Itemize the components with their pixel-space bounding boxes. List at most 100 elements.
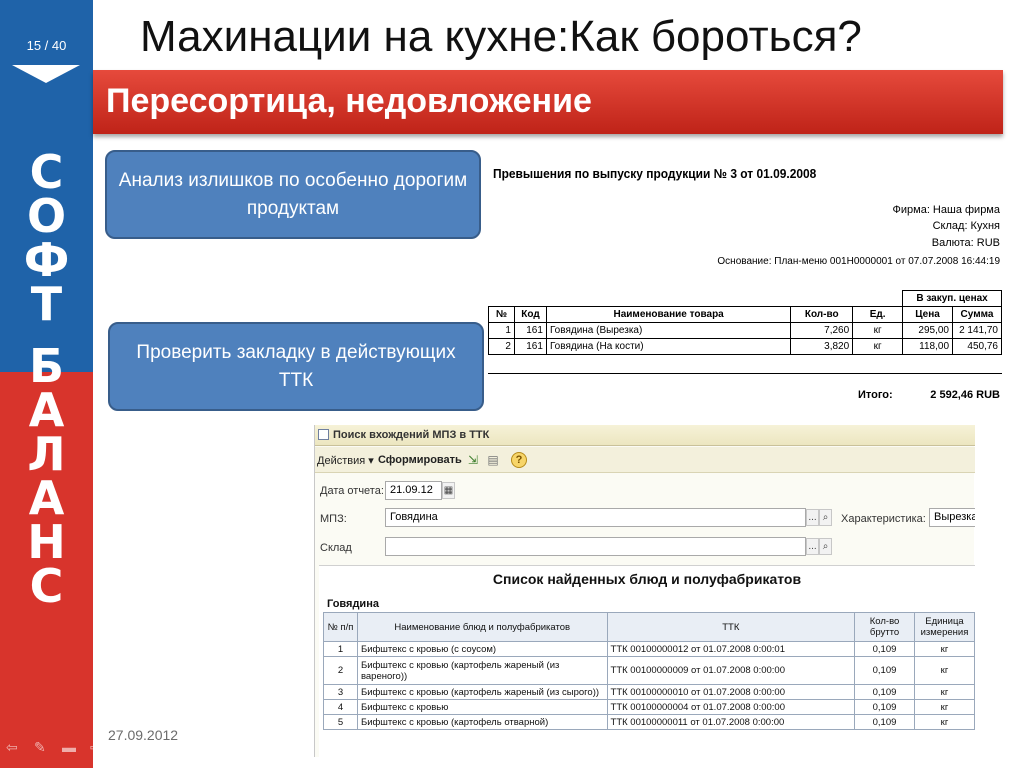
back-arrow-icon[interactable]: ⇦	[6, 740, 24, 754]
warehouse-input[interactable]	[385, 537, 806, 556]
table-cell: 0,109	[854, 714, 915, 730]
table-cell: 3	[323, 684, 358, 700]
slide-nav-icons: ⇦ ✎ ▬ ⇨	[6, 740, 108, 754]
characteristic-input[interactable]: Вырезка	[929, 508, 975, 527]
table-cell: 0,109	[854, 641, 915, 657]
total-value: 2 592,46 RUB	[930, 389, 1000, 401]
mpz-input[interactable]: Говядина	[385, 508, 806, 527]
search-icon[interactable]: ⌕	[819, 538, 832, 555]
window-title-bar: Поиск вхождений МПЗ в ТТК	[315, 425, 975, 446]
report-warehouse: Склад: Кухня	[932, 220, 1000, 232]
table-cell: кг	[852, 322, 904, 339]
brand-letter: С	[29, 145, 64, 199]
table-cell: 2 141,70	[952, 322, 1002, 339]
select-ellipsis-button[interactable]: ...	[806, 509, 819, 526]
toolbar: Действия ▾ Сформировать ⇲ ▤ ?	[315, 447, 975, 473]
slide: 15 / 40 СОФТБАЛАНС ⇦ ✎ ▬ ⇨ Махинации на …	[0, 0, 1024, 768]
column-header: Цена	[902, 306, 953, 323]
column-header[interactable]: Единица измерения	[913, 612, 976, 642]
brand-letter: С	[29, 559, 64, 613]
brand-letter: Б	[28, 339, 65, 393]
column-header: Наименование товара	[545, 306, 792, 323]
column-header[interactable]: Наименование блюд и полуфабрикатов	[356, 612, 608, 642]
table-cell: 0,109	[854, 684, 915, 700]
brand-letter: Н	[27, 515, 66, 569]
table-cell: ТТК 00100000009 от 01.07.2008 0:00:00	[606, 656, 856, 685]
column-header: Код	[513, 306, 547, 323]
ttk-results-table: № п/п Наименование блюд и полуфабрикатов Т…	[323, 612, 976, 730]
page-title: Махинации на кухне:Как бороться?	[140, 12, 862, 61]
table-row: 1 161 Говядина (Вырезка) 7,260 кг 295,00 2 141…	[488, 322, 1002, 339]
brand-logo-vertical: СОФТБАЛАНС	[0, 145, 93, 613]
table-cell: 3,820	[790, 338, 854, 355]
column-header[interactable]: ТТК	[606, 612, 856, 642]
generate-button[interactable]: Сформировать	[378, 454, 462, 466]
report-basis: Основание: План-меню 001Н0000001 от 07.0…	[717, 256, 1000, 267]
table-cell: 7,260	[790, 322, 854, 339]
window-title: Поиск вхождений МПЗ в ТТК	[333, 429, 490, 441]
table-cell: ТТК 00100000010 от 01.07.2008 0:00:00	[606, 684, 856, 700]
table-cell: кг	[852, 338, 904, 355]
table-cell: 0,109	[854, 656, 915, 685]
brand-letter: Ф	[23, 233, 70, 287]
chevron-down-icon	[12, 65, 80, 83]
slide-date: 27.09.2012	[108, 727, 179, 743]
brand-letter: О	[26, 189, 67, 243]
excess-table: В закуп. ценах № Код Наименование товара Ко…	[488, 290, 1002, 355]
menu-icon[interactable]: ▬	[62, 740, 80, 754]
table-cell: кг	[913, 656, 976, 685]
table-cell: ТТК 00100000012 от 01.07.2008 0:00:01	[606, 641, 856, 657]
brand-letter: Л	[27, 427, 66, 481]
callout-check-ttk: Проверить закладку в действующих ТТК	[108, 322, 484, 411]
mpz-label: МПЗ:	[320, 513, 347, 525]
price-group-header: В закуп. ценах	[902, 290, 1002, 307]
report-firm: Фирма: Наша фирма	[892, 204, 1000, 216]
forward-arrow-icon[interactable]: ⇨	[90, 740, 108, 754]
table-cell: 5	[323, 714, 358, 730]
table-cell: кг	[913, 684, 976, 700]
table-cell: Говядина (Вырезка)	[545, 322, 792, 339]
document-icon	[318, 429, 329, 440]
excess-report: Превышения по выпуску продукции № 3 от 0…	[488, 160, 1004, 410]
actions-menu[interactable]: Действия ▾	[317, 454, 374, 467]
date-input[interactable]: 21.09.12	[385, 481, 442, 500]
table-cell: 1	[323, 641, 358, 657]
table-row: 2 161 Говядина (На кости) 3,820 кг 118,00 450,…	[488, 338, 1002, 355]
table-cell: 0,109	[854, 699, 915, 715]
divider	[488, 373, 1002, 374]
table-header-row: № Код Наименование товара Кол-во Ед. Цена Сумм…	[488, 306, 1002, 323]
search-icon[interactable]: ⌕	[819, 509, 832, 526]
table-cell: 2	[323, 656, 358, 685]
column-header[interactable]: № п/п	[323, 612, 358, 642]
help-icon[interactable]: ?	[511, 452, 527, 468]
table-cell: кг	[913, 714, 976, 730]
table-cell: Бифштекс с кровью (картофель отварной)	[356, 714, 608, 730]
report-currency: Валюта: RUB	[931, 237, 1000, 249]
select-ellipsis-button[interactable]: ...	[806, 538, 819, 555]
column-header[interactable]: Кол-во брутто	[854, 612, 915, 642]
table-cell: Говядина (На кости)	[545, 338, 792, 355]
table-cell: 161	[513, 322, 547, 339]
table-row[interactable]: 2 Бифштекс с кровью (картофель жареный (и…	[323, 656, 976, 685]
brand-letter: Т	[30, 277, 63, 331]
table-row[interactable]: 5 Бифштекс с кровью (картофель отварной) Т…	[323, 714, 976, 730]
subtitle-banner: Пересортица, недовложение	[93, 70, 1003, 134]
table-row[interactable]: 1 Бифштекс с кровью (с соусом) ТТК 0010000…	[323, 641, 976, 657]
table-cell: кг	[913, 699, 976, 715]
table-header-row: № п/п Наименование блюд и полуфабрикатов Т…	[323, 612, 976, 642]
characteristic-label: Характеристика:	[841, 513, 926, 525]
subtitle: Пересортица, недовложение	[106, 82, 592, 120]
table-cell: кг	[913, 641, 976, 657]
slide-counter: 15 / 40	[26, 38, 67, 53]
table-cell: ТТК 00100000004 от 01.07.2008 0:00:00	[606, 699, 856, 715]
print-icon[interactable]: ▤	[485, 452, 501, 468]
callout-text: Проверить закладку в действующих ТТК	[136, 341, 456, 391]
column-header: Сумма	[952, 306, 1002, 323]
pen-icon[interactable]: ✎	[34, 740, 52, 754]
table-row[interactable]: 3 Бифштекс с кровью (картофель жареный (и…	[323, 684, 976, 700]
calendar-icon[interactable]: ▦	[442, 482, 455, 499]
table-row[interactable]: 4 Бифштекс с кровью ТТК 00100000004 от 01.…	[323, 699, 976, 715]
results-title: Список найденных блюд и полуфабрикатов	[492, 571, 802, 587]
export-icon[interactable]: ⇲	[465, 452, 481, 468]
mpz-search-window: Поиск вхождений МПЗ в ТТК Действия ▾ Сфо…	[314, 425, 976, 757]
